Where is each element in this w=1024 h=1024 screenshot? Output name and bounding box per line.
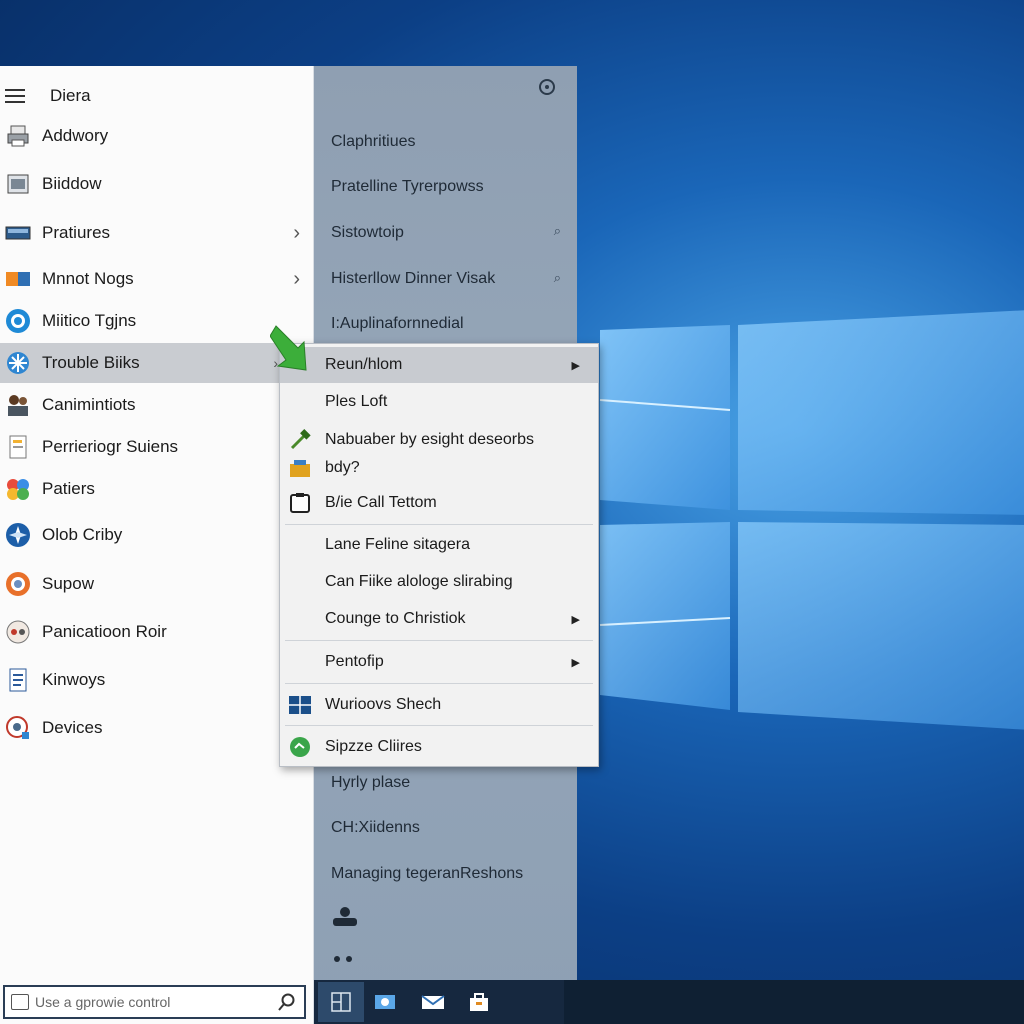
- tile-list-item[interactable]: Histerllow Dinner Visak: [331, 270, 495, 288]
- search-pin-icon[interactable]: ⌕: [554, 270, 561, 286]
- display-icon: [4, 219, 32, 247]
- context-menu-item-active[interactable]: Reun/hlom ▶: [280, 347, 598, 383]
- start-menu-item[interactable]: Pratiures ›: [0, 213, 314, 253]
- start-menu-left-panel: Diera Addwory Biiddow Pratiures › Mnnot …: [0, 66, 314, 1024]
- tile-list-item[interactable]: CH:Xiidenns: [331, 819, 420, 837]
- start-menu-item[interactable]: Miitico Tgjns: [0, 301, 314, 341]
- start-menu-item-active[interactable]: Trouble Biiks ›: [0, 343, 282, 383]
- shapes-icon: [4, 475, 32, 503]
- menu-separator: [285, 524, 593, 525]
- start-menu-item[interactable]: Addwory: [0, 116, 314, 156]
- context-menu-item[interactable]: Counge to Christiok ▶: [280, 601, 598, 637]
- printer-icon: [4, 122, 32, 150]
- store-icon: [470, 993, 488, 1011]
- tile-list-item[interactable]: I:Auplinafornnedial: [331, 315, 464, 333]
- mail-icon: [421, 995, 445, 1009]
- power-icon[interactable]: [539, 79, 555, 95]
- menu-separator: [285, 640, 593, 641]
- menu-separator: [285, 683, 593, 684]
- start-menu-item[interactable]: Devices: [0, 708, 314, 748]
- chevron-right-icon: ›: [293, 221, 300, 244]
- context-menu-item[interactable]: Wurioovs Shech: [280, 687, 598, 723]
- green-arrow-cursor-icon: [270, 325, 307, 371]
- start-menu-item[interactable]: Canimintiots: [0, 385, 314, 425]
- browser-icon: [4, 570, 32, 598]
- search-icon[interactable]: [278, 993, 296, 1011]
- search-box-icon: [11, 994, 29, 1010]
- context-menu-item[interactable]: B/ie Call Tettom: [280, 485, 598, 521]
- submenu-arrow-icon: ▶: [571, 613, 580, 626]
- start-button[interactable]: [318, 982, 364, 1022]
- clipboard-icon: [290, 493, 310, 513]
- settings-gear-icon: [4, 349, 32, 377]
- context-menu-item[interactable]: Lane Feline sitagera: [280, 527, 598, 563]
- circle-check-icon: [290, 737, 310, 757]
- search-placeholder: Use a gprowie control: [35, 994, 171, 1010]
- tile-list-item[interactable]: Hyrly plase: [331, 774, 410, 792]
- chevron-right-icon: ›: [293, 267, 300, 290]
- start-menu-header: Diera: [0, 76, 314, 116]
- compass-icon: [4, 521, 32, 549]
- start-menu-item[interactable]: Patiers: [0, 469, 314, 509]
- start-menu-item[interactable]: Mnnot Nogs ›: [0, 259, 314, 299]
- people-icon: [4, 391, 32, 419]
- devices-icon: [4, 714, 32, 742]
- taskbar-empty-area: [564, 980, 1024, 1024]
- more-options-icon[interactable]: [332, 954, 356, 964]
- tile-list-item[interactable]: Managing tegeranReshons: [331, 865, 523, 883]
- start-menu-item[interactable]: Panicatioon Roir: [0, 612, 314, 652]
- taskbar: [314, 980, 1024, 1024]
- start-menu-item[interactable]: Olob Criby: [0, 515, 314, 555]
- window-icon: [4, 170, 32, 198]
- context-menu-item[interactable]: Sipzze Cliires: [280, 729, 598, 765]
- context-menu-item[interactable]: Ples Loft: [280, 384, 598, 420]
- search-pin-icon[interactable]: ⌕: [554, 223, 561, 239]
- taskbar-store-button[interactable]: [456, 982, 502, 1022]
- hammer-icon: [290, 429, 311, 450]
- start-menu-item[interactable]: Perrieriogr Suiens: [0, 427, 314, 467]
- folder-icon: [4, 265, 32, 293]
- globe-icon: [4, 307, 32, 335]
- windows-logo-wallpaper: [599, 310, 1024, 730]
- start-menu-item[interactable]: Biiddow: [0, 164, 314, 204]
- toolbox-icon: [290, 460, 310, 477]
- windows-icon: [289, 696, 311, 714]
- gamepad-icon: [4, 618, 32, 646]
- tile-list-item[interactable]: Claphritiues: [331, 133, 415, 151]
- tile-list-item[interactable]: Pratelline Tyrerpowss: [331, 178, 484, 196]
- context-menu-item[interactable]: Can Fiike alologe slirabing: [280, 564, 598, 600]
- document-icon: [4, 433, 32, 461]
- start-menu-item[interactable]: Kinwoys: [0, 660, 314, 700]
- start-icon: [331, 992, 351, 1012]
- tile-list-item[interactable]: Sistowtoip: [331, 224, 404, 242]
- context-menu-item[interactable]: Pentofip ▶: [280, 644, 598, 680]
- submenu-arrow-icon: ▶: [571, 359, 580, 372]
- start-menu-item[interactable]: Supow: [0, 564, 314, 604]
- submenu-arrow-icon: ▶: [571, 656, 580, 669]
- menu-separator: [285, 725, 593, 726]
- file-icon: [4, 666, 32, 694]
- hamburger-menu-icon[interactable]: [5, 89, 25, 103]
- context-menu-item[interactable]: bdy?: [280, 450, 598, 486]
- photos-icon: [375, 995, 395, 1009]
- taskbar-photos-button[interactable]: [362, 982, 408, 1022]
- start-menu-title: Diera: [50, 86, 91, 105]
- search-box[interactable]: Use a gprowie control: [3, 985, 306, 1019]
- context-menu: Reun/hlom ▶ Ples Loft Nabuaber by esight…: [279, 343, 599, 767]
- taskbar-mail-button[interactable]: [410, 982, 456, 1022]
- user-icon[interactable]: [330, 906, 360, 928]
